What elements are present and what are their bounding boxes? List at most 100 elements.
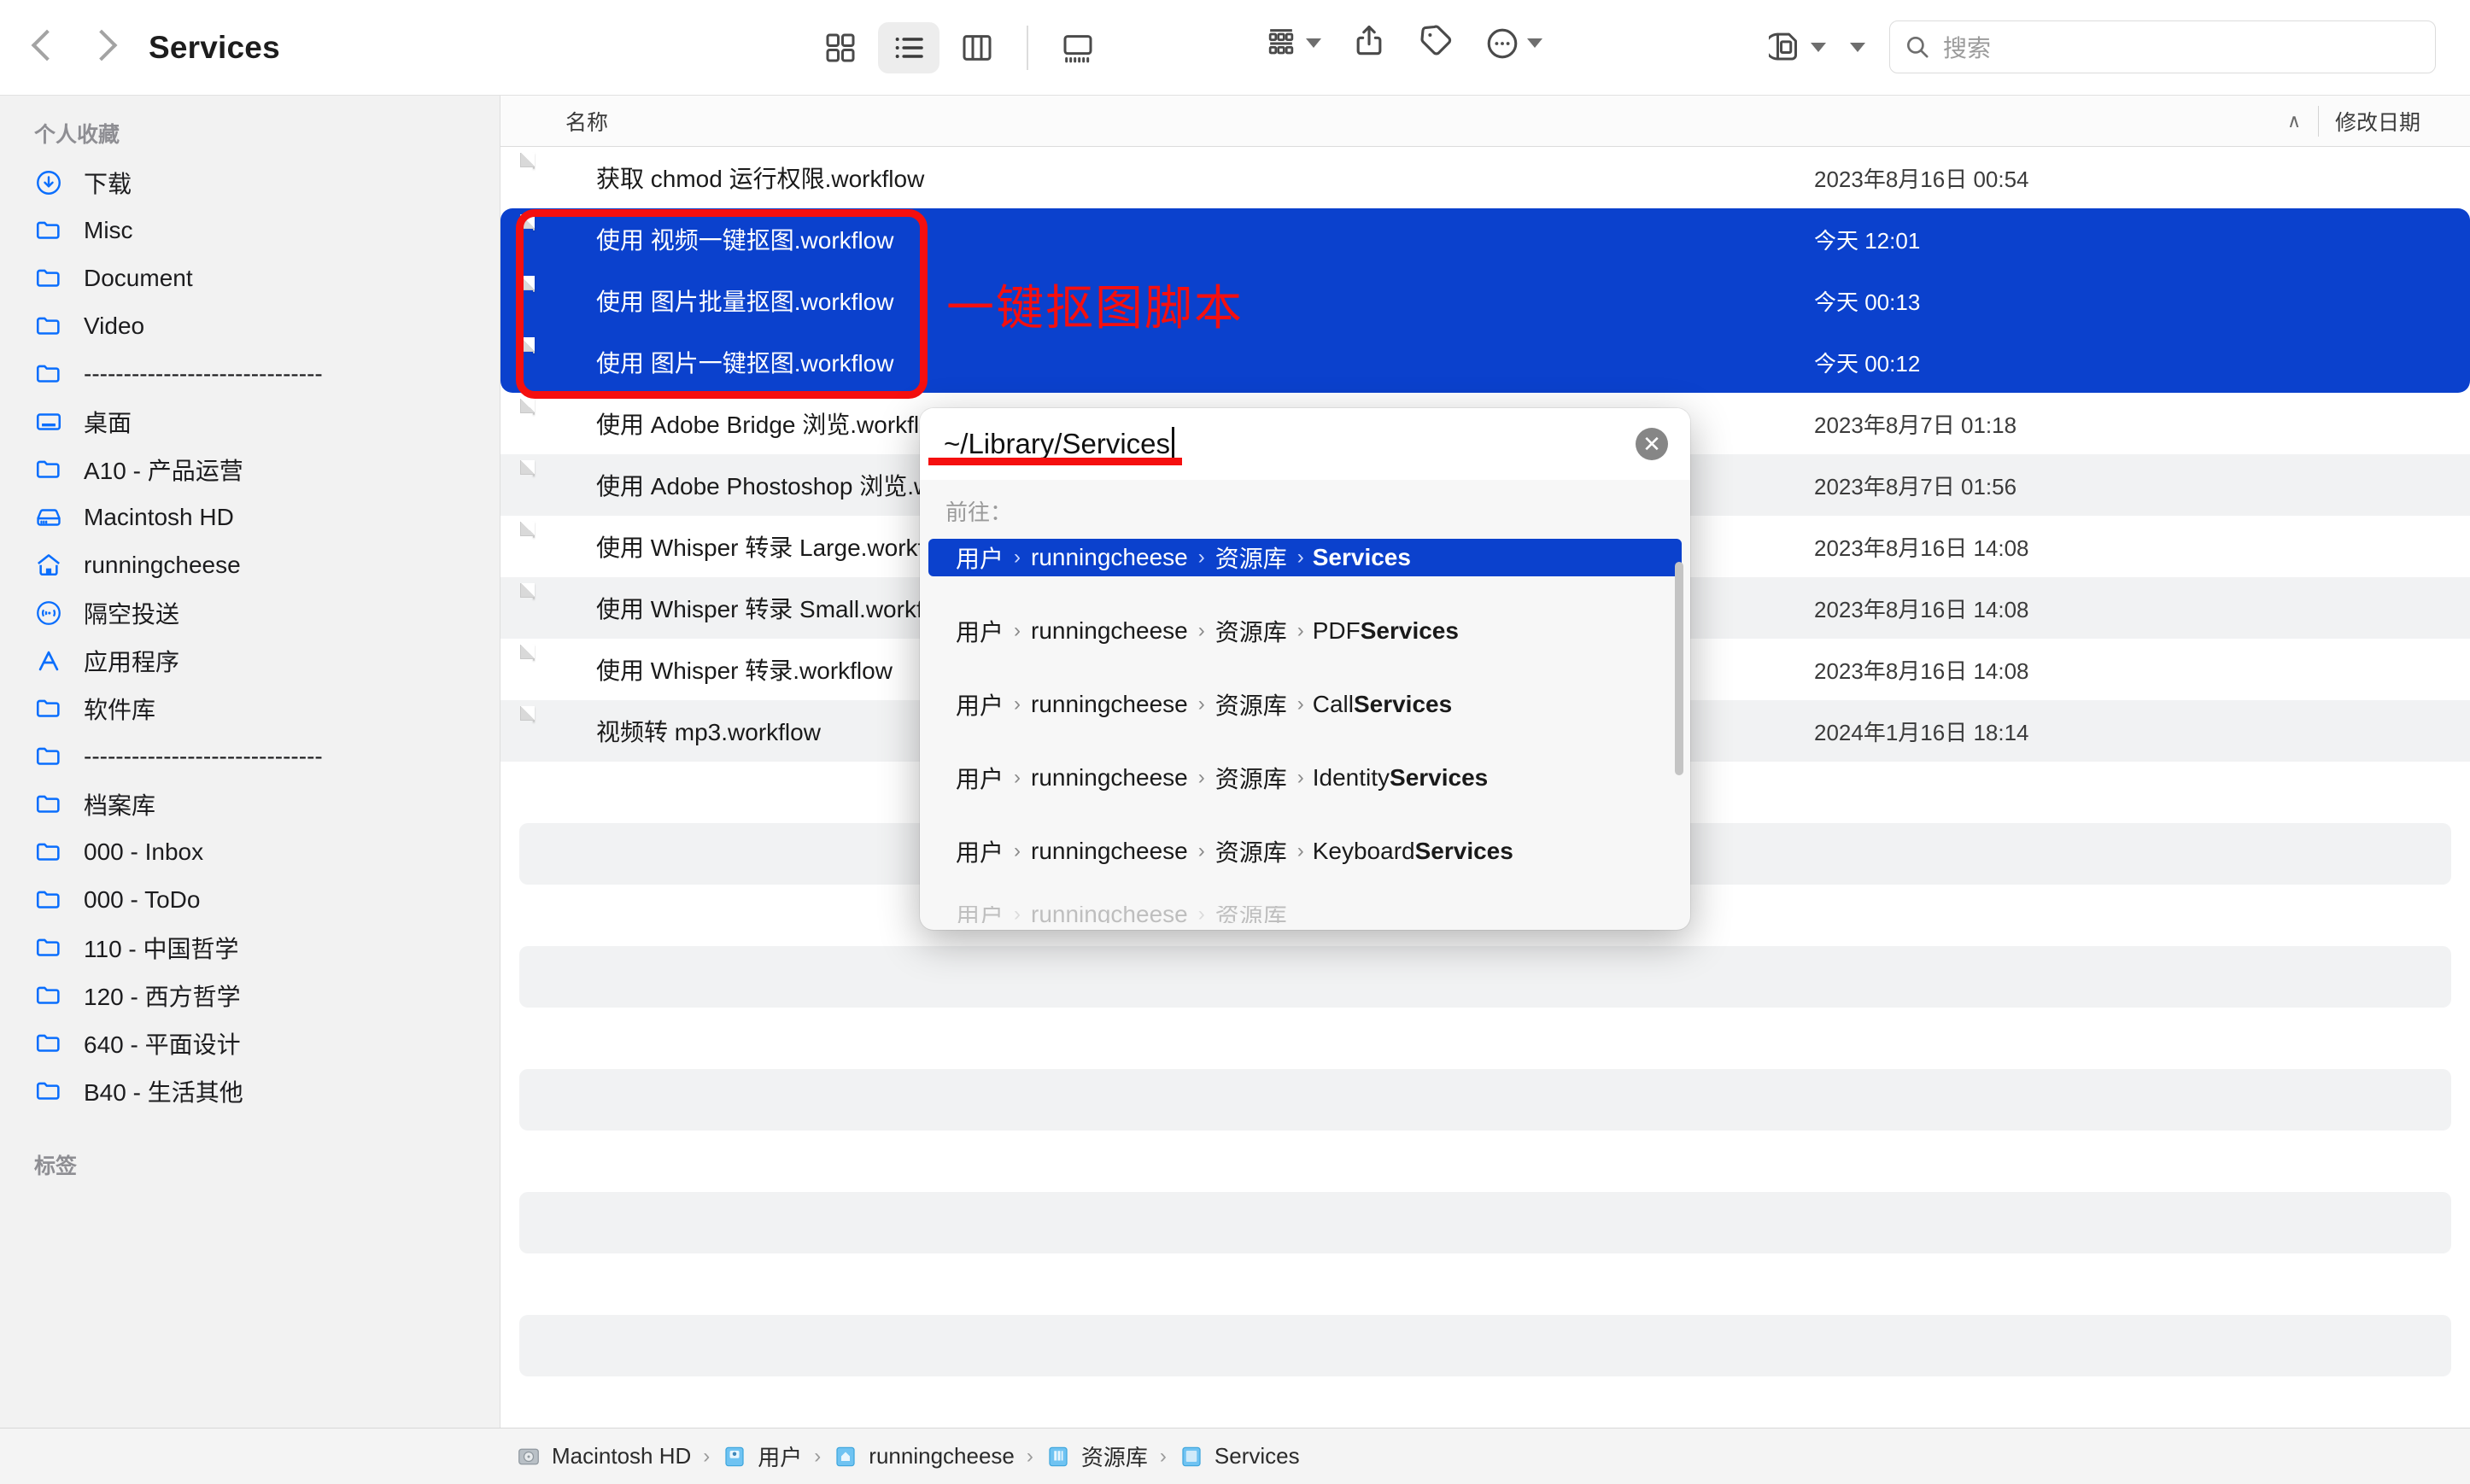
harddisk-icon xyxy=(518,1448,539,1464)
home-icon xyxy=(32,549,65,581)
crumb-leaf-bold: Services xyxy=(1360,617,1459,644)
table-row[interactable]: 获取 chmod 运行权限.workflow 2023年8月16日 00:54 … xyxy=(500,147,2470,208)
folder-icon xyxy=(32,453,65,486)
sidebar-item-downloads[interactable]: 下载 xyxy=(0,159,500,207)
breadcrumb-item-users[interactable]: 用户 xyxy=(722,1440,802,1472)
sidebar-item-applications[interactable]: 应用程序 xyxy=(0,637,500,685)
breadcrumb-item-macintosh-hd[interactable]: Macintosh HD xyxy=(516,1443,691,1469)
breadcrumb-label: 用户 xyxy=(758,1445,803,1470)
breadcrumb-item-services[interactable]: Services xyxy=(1179,1443,1300,1469)
goto-suggestion-list[interactable]: 前往： 用户 › runningcheese › 资源库 › Services … xyxy=(920,480,1690,930)
file-date: 2024年1月16日 18:14 xyxy=(1814,719,2029,745)
breadcrumb-label: runningcheese xyxy=(869,1443,1015,1469)
finder-window: Services 搜索 个人收藏 下载 Misc Document Video … xyxy=(0,0,2470,1484)
crumb: 用户 xyxy=(956,839,1004,866)
folder-icon xyxy=(32,979,65,1012)
folder-icon xyxy=(1182,1446,1201,1466)
chevron-right-icon: › xyxy=(1296,692,1304,716)
sidebar-item-120[interactable]: 120 - 西方哲学 xyxy=(0,972,500,1020)
sidebar-item-library[interactable]: 软件库 xyxy=(0,685,500,733)
breadcrumb-item-library[interactable]: 资源库 xyxy=(1045,1440,1148,1472)
crumb-leaf-bold: Services xyxy=(1312,544,1411,570)
mic-doc-icon xyxy=(533,583,581,632)
chevron-right-icon: › xyxy=(1197,546,1205,569)
group-by-button[interactable] xyxy=(1262,25,1321,62)
chevron-right-icon: › xyxy=(1197,906,1205,923)
folder-icon xyxy=(32,262,65,295)
grid-view-icon[interactable] xyxy=(810,22,871,73)
sidebar-item-label: ------------------------------ xyxy=(84,360,323,387)
sidebar-item-archive[interactable]: 档案库 xyxy=(0,780,500,828)
chevron-right-icon: › xyxy=(1014,906,1021,923)
sidebar-item-home[interactable]: runningcheese xyxy=(0,541,500,589)
view-options-chevron[interactable] xyxy=(1850,42,1865,52)
gallery-view-icon[interactable] xyxy=(1047,22,1109,73)
share-icon[interactable] xyxy=(1350,22,1388,64)
sidebar-item-desktop[interactable]: 桌面 xyxy=(0,398,500,446)
clear-circle-icon[interactable]: ✕ xyxy=(1636,428,1668,460)
chevron-right-icon: › xyxy=(1296,839,1304,862)
column-header-name[interactable]: 名称 xyxy=(565,96,608,147)
edit-doc-icon xyxy=(533,460,581,509)
sidebar-item-divider-1[interactable]: ------------------------------ xyxy=(0,350,500,398)
table-row[interactable]: 使用 图片批量抠图.workflow 今天 00:13 10 KB 工作流程 xyxy=(500,270,2470,331)
crumb: 用户 xyxy=(956,692,1004,719)
crumb-leaf-plain: PDF xyxy=(1312,617,1361,644)
mic-doc-icon xyxy=(533,645,581,693)
column-header-date[interactable]: 修改日期 xyxy=(2335,96,2420,147)
folder-icon xyxy=(32,310,65,342)
goto-folder-dialog[interactable]: ~/Library/Services ✕ 前往： 用户 › runningche… xyxy=(920,408,1690,930)
list-item[interactable]: 用户 › runningcheese › 资源库 › PDF Services xyxy=(928,612,1682,650)
airdrop-icon xyxy=(32,597,65,629)
sidebar-item-video[interactable]: Video xyxy=(0,302,500,350)
chevron-right-icon[interactable] xyxy=(91,26,116,70)
sidebar-item-misc[interactable]: Misc xyxy=(0,207,500,254)
sidebar-item-label: 640 - 平面设计 xyxy=(84,1031,241,1058)
sidebar-item-airdrop[interactable]: 隔空投送 xyxy=(0,589,500,637)
table-row[interactable]: 使用 图片一键抠图.workflow 今天 00:12 10 KB 工作流程 xyxy=(500,331,2470,393)
folder-icon xyxy=(32,884,65,916)
empty-row xyxy=(519,1376,2451,1428)
crumb-leaf-plain: Identity xyxy=(1312,764,1390,791)
chevron-right-icon: › xyxy=(1014,619,1021,642)
list-item[interactable]: 用户 › runningcheese › 资源库 › Keyboard Serv… xyxy=(928,833,1682,870)
list-item[interactable]: 用户 › runningcheese › 资源库 › Call Services xyxy=(928,686,1682,723)
empty-row xyxy=(519,1315,2451,1376)
sidebar-item-macintosh-hd[interactable]: Macintosh HD xyxy=(0,494,500,541)
crumb: 资源库 xyxy=(1215,692,1287,719)
scrollbar-thumb[interactable] xyxy=(1675,562,1683,775)
sidebar[interactable]: 个人收藏 下载 Misc Document Video ------------… xyxy=(0,96,500,1428)
chevron-left-icon[interactable] xyxy=(31,26,56,70)
list-item-partial[interactable]: 用户 › runningcheese › 资源库 xyxy=(928,906,1682,923)
applications-icon xyxy=(32,645,65,677)
sidebar-item-document[interactable]: Document xyxy=(0,254,500,302)
sidebar-item-000-inbox[interactable]: 000 - Inbox xyxy=(0,828,500,876)
table-row[interactable]: 使用 视频一键抠图.workflow 今天 12:01 10 KB 工作流程 xyxy=(500,208,2470,270)
breadcrumb-item-runningcheese[interactable]: runningcheese xyxy=(833,1443,1015,1469)
quick-actions-icon[interactable] xyxy=(1769,29,1826,65)
crumb: 资源库 xyxy=(1215,906,1287,923)
folder-icon xyxy=(32,214,65,247)
sidebar-item-label: ------------------------------ xyxy=(84,743,323,769)
toolbar: Services 搜索 xyxy=(0,0,2470,96)
search-input[interactable]: 搜索 xyxy=(1889,20,2436,73)
tag-icon[interactable] xyxy=(1417,22,1454,64)
sidebar-item-label: 110 - 中国哲学 xyxy=(84,936,239,962)
sidebar-item-b40[interactable]: B40 - 生活其他 xyxy=(0,1067,500,1115)
sidebar-item-640[interactable]: 640 - 平面设计 xyxy=(0,1020,500,1067)
breadcrumb[interactable]: Macintosh HD › 用户 › runningcheese › 资源库 … xyxy=(0,1428,2470,1484)
sidebar-item-divider-2[interactable]: ------------------------------ xyxy=(0,733,500,780)
sidebar-item-110[interactable]: 110 - 中国哲学 xyxy=(0,924,500,972)
list-item[interactable]: 用户 › runningcheese › 资源库 › Services xyxy=(928,539,1682,576)
file-date: 2023年8月7日 01:18 xyxy=(1814,412,2017,438)
sidebar-item-a10[interactable]: A10 - 产品运营 xyxy=(0,446,500,494)
column-view-icon[interactable] xyxy=(946,22,1008,73)
goto-path-input[interactable]: ~/Library/Services ✕ xyxy=(920,408,1690,480)
crumb: runningcheese xyxy=(1031,691,1188,717)
file-date: 今天 12:01 xyxy=(1814,227,1921,254)
sidebar-item-000-todo[interactable]: 000 - ToDo xyxy=(0,876,500,924)
list-item[interactable]: 用户 › runningcheese › 资源库 › Identity Serv… xyxy=(928,759,1682,797)
list-view-icon[interactable] xyxy=(878,22,939,73)
more-actions-icon[interactable] xyxy=(1484,25,1542,62)
folder-icon xyxy=(32,358,65,390)
